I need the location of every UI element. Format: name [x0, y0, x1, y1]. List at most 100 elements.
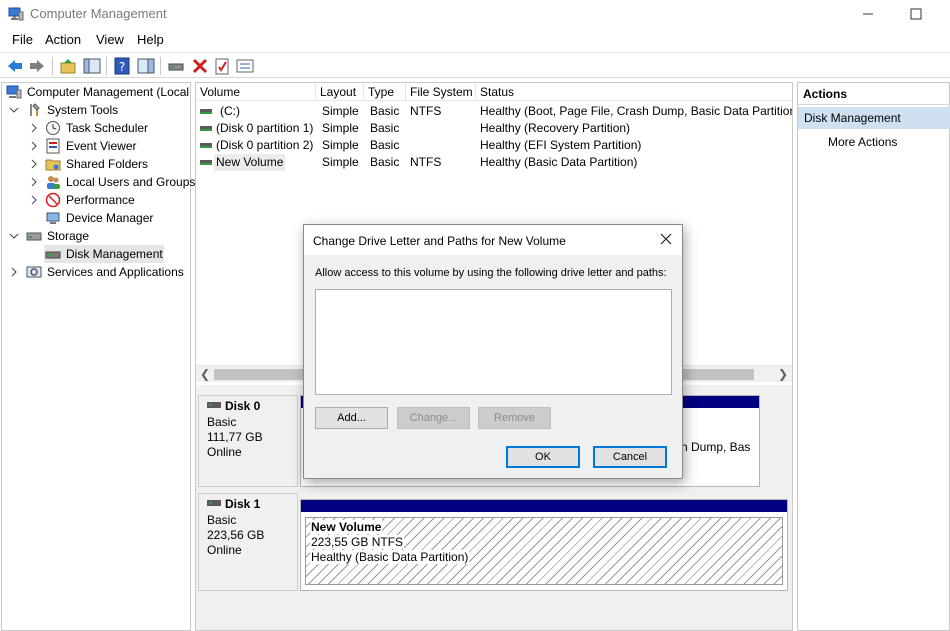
disk-state: Online [207, 543, 242, 557]
volume-row-selected[interactable]: New Volume Simple Basic NTFS Healthy (Ba… [196, 154, 792, 171]
partition-name: New Volume [310, 520, 383, 534]
ok-button[interactable]: OK [506, 446, 580, 468]
chevron-down-icon[interactable] [9, 101, 19, 119]
shared-folder-icon [45, 159, 61, 171]
dialog-title: Change Drive Letter and Paths for New Vo… [313, 234, 566, 248]
more-actions-link[interactable]: More Actions [828, 135, 897, 149]
scroll-left-icon[interactable]: ❮ [200, 367, 210, 381]
menu-file[interactable]: File [12, 32, 33, 47]
disk-1-bar [301, 500, 787, 512]
up-folder-icon[interactable] [58, 56, 78, 76]
volume-layout: Simple [322, 155, 359, 169]
add-button[interactable]: Add... [315, 407, 388, 429]
tree-item-label: Services and Applications [47, 265, 184, 279]
chevron-down-icon[interactable] [9, 227, 19, 245]
users-icon [47, 176, 60, 189]
disk-name: Disk 0 [225, 399, 261, 413]
menu-action[interactable]: Action [45, 32, 81, 47]
column-header-volume[interactable]: Volume [196, 83, 316, 101]
disk-1-partitions[interactable]: New Volume 223,55 GB NTFS Healthy (Basic… [300, 499, 788, 591]
volume-row[interactable]: (Disk 0 partition 2) Simple Basic Health… [196, 137, 792, 154]
performance-icon [45, 192, 61, 208]
drive-letter-paths-list[interactable] [315, 289, 672, 395]
volume-file-system: NTFS [410, 104, 442, 118]
computer-management-icon [6, 85, 22, 99]
tree-item-label: Event Viewer [66, 139, 137, 153]
new-volume-partition[interactable]: New Volume 223,55 GB NTFS Healthy (Basic… [305, 517, 783, 585]
drive-icon [200, 109, 212, 114]
cancel-button[interactable]: Cancel [593, 446, 667, 468]
tree-item-label: Device Manager [66, 211, 154, 225]
chevron-right-icon[interactable] [29, 119, 39, 137]
disk-0-label[interactable]: Disk 0 Basic 111,77 GB Online [198, 395, 298, 487]
volume-name: (C:) [220, 104, 240, 118]
column-header-type[interactable]: Type [364, 83, 406, 101]
volume-layout: Simple [322, 138, 359, 152]
chevron-right-icon[interactable] [29, 137, 39, 155]
connect-drive-icon[interactable] [166, 56, 186, 76]
toolbar-separator [52, 57, 53, 75]
column-header-layout[interactable]: Layout [316, 83, 364, 101]
volume-file-system: NTFS [410, 155, 442, 169]
disk-icon [207, 402, 221, 408]
disk-type: Basic [207, 415, 237, 429]
volume-type: Basic [370, 104, 400, 118]
menu-help[interactable]: Help [137, 32, 164, 47]
delete-icon[interactable] [190, 56, 210, 76]
device-manager-icon [46, 212, 60, 224]
change-button[interactable]: Change... [397, 407, 470, 429]
toolbar: ? [0, 52, 950, 78]
tree-item-disk-management[interactable]: Disk Management [44, 245, 164, 263]
scroll-right-icon[interactable]: ❯ [778, 367, 788, 381]
chevron-right-icon[interactable] [29, 191, 39, 209]
drive-icon [200, 160, 212, 165]
maximize-icon[interactable] [906, 4, 926, 24]
disk-1-label[interactable]: Disk 1 Basic 223,56 GB Online [198, 493, 298, 591]
chevron-right-icon[interactable] [29, 173, 39, 191]
column-header-file-system[interactable]: File System [406, 83, 476, 101]
show-hide-console-tree-icon[interactable] [82, 56, 102, 76]
volume-row[interactable]: (C:) Simple Basic NTFS Healthy (Boot, Pa… [196, 103, 793, 120]
disk-size: 223,56 GB [207, 528, 265, 542]
tree-item-label: Local Users and Groups [66, 175, 196, 189]
volume-status: Healthy (Recovery Partition) [480, 121, 631, 135]
back-arrow-icon[interactable] [5, 56, 25, 76]
storage-icon [26, 232, 42, 241]
console-tree: Computer Management (Local System Tools … [1, 82, 195, 631]
show-hide-action-pane-icon[interactable] [136, 56, 156, 76]
volume-status: Healthy (Boot, Page File, Crash Dump, Ba… [480, 104, 793, 118]
close-icon[interactable] [658, 231, 674, 247]
minimize-icon[interactable] [858, 4, 878, 24]
change-drive-letter-dialog: Change Drive Letter and Paths for New Vo… [303, 224, 683, 479]
volume-layout: Simple [322, 121, 359, 135]
menu-view[interactable]: View [96, 32, 124, 47]
column-header-status[interactable]: Status [476, 83, 792, 101]
volume-layout: Simple [322, 104, 359, 118]
partition-status: Healthy (Basic Data Partition) [310, 550, 470, 564]
volume-name: (Disk 0 partition 1) [216, 121, 314, 135]
help-icon[interactable]: ? [112, 56, 132, 76]
computer-management-icon [8, 7, 24, 21]
tree-item-label: Shared Folders [66, 157, 149, 171]
chevron-right-icon[interactable] [9, 263, 19, 281]
volume-list-header: Volume Layout Type File System Status [196, 83, 792, 101]
tree-item-label: Storage [47, 229, 90, 243]
drive-icon [200, 126, 212, 131]
disk-icon [207, 500, 221, 506]
partition-status-text: sh Dump, Bas [675, 440, 751, 454]
title-bar: Computer Management [0, 0, 950, 28]
disk-state: Online [207, 445, 242, 459]
actions-section-disk-management[interactable]: Disk Management [798, 107, 950, 129]
disk-type: Basic [207, 513, 237, 527]
list-view-icon[interactable] [235, 56, 255, 76]
chevron-right-icon[interactable] [29, 155, 39, 173]
volume-type: Basic [370, 138, 400, 152]
disk-name: Disk 1 [225, 497, 261, 511]
services-icon [26, 266, 42, 278]
properties-icon[interactable] [212, 56, 232, 76]
volume-row[interactable]: (Disk 0 partition 1) Simple Basic Health… [196, 120, 792, 137]
remove-button[interactable]: Remove [478, 407, 551, 429]
forward-arrow-icon[interactable] [27, 56, 47, 76]
volume-name: New Volume [214, 154, 286, 171]
tree-item-label: Computer Management (Local [27, 85, 190, 99]
